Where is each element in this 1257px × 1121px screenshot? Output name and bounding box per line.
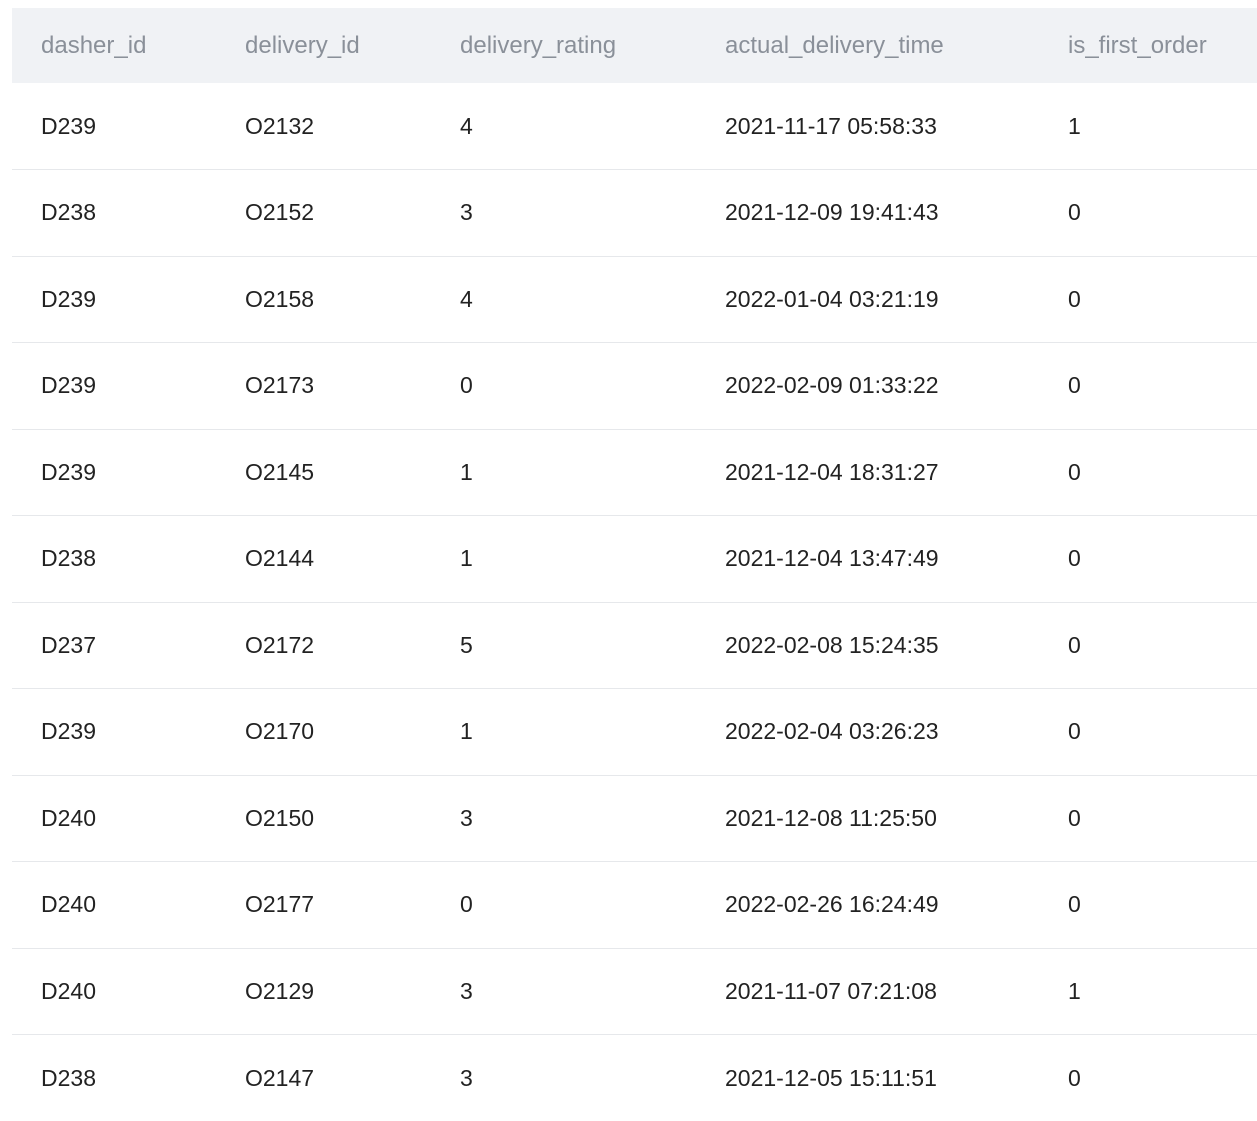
column-header-delivery-id[interactable]: delivery_id (245, 8, 460, 83)
cell-delivery-rating: 3 (460, 948, 725, 1035)
cell-actual-delivery-time: 2021-12-04 13:47:49 (725, 516, 1068, 603)
cell-delivery-rating: 3 (460, 1035, 725, 1121)
table-row: D240O217702022-02-26 16:24:490 (12, 862, 1257, 949)
cell-is-first-order: 0 (1068, 516, 1257, 603)
cell-dasher-id: D239 (12, 256, 245, 343)
table-row: D239O215842022-01-04 03:21:190 (12, 256, 1257, 343)
cell-is-first-order: 1 (1068, 948, 1257, 1035)
cell-delivery-rating: 5 (460, 602, 725, 689)
cell-dasher-id: D240 (12, 862, 245, 949)
table-row: D239O213242021-11-17 05:58:331 (12, 83, 1257, 170)
cell-delivery-id: O2177 (245, 862, 460, 949)
cell-delivery-rating: 0 (460, 862, 725, 949)
cell-actual-delivery-time: 2022-01-04 03:21:19 (725, 256, 1068, 343)
results-table-container: dasher_iddelivery_iddelivery_ratingactua… (12, 8, 1257, 1121)
cell-delivery-rating: 0 (460, 343, 725, 430)
cell-delivery-rating: 1 (460, 689, 725, 776)
cell-is-first-order: 0 (1068, 170, 1257, 257)
table-row: D240O215032021-12-08 11:25:500 (12, 775, 1257, 862)
column-header-dasher-id[interactable]: dasher_id (12, 8, 245, 83)
cell-delivery-id: O2147 (245, 1035, 460, 1121)
cell-dasher-id: D239 (12, 343, 245, 430)
cell-actual-delivery-time: 2021-12-04 18:31:27 (725, 429, 1068, 516)
cell-is-first-order: 0 (1068, 429, 1257, 516)
cell-delivery-id: O2152 (245, 170, 460, 257)
cell-delivery-id: O2173 (245, 343, 460, 430)
cell-delivery-id: O2145 (245, 429, 460, 516)
table-row: D238O214412021-12-04 13:47:490 (12, 516, 1257, 603)
cell-actual-delivery-time: 2022-02-04 03:26:23 (725, 689, 1068, 776)
cell-actual-delivery-time: 2022-02-09 01:33:22 (725, 343, 1068, 430)
cell-actual-delivery-time: 2022-02-08 15:24:35 (725, 602, 1068, 689)
column-header-actual-delivery-time[interactable]: actual_delivery_time (725, 8, 1068, 83)
cell-actual-delivery-time: 2021-11-17 05:58:33 (725, 83, 1068, 170)
column-header-is-first-order[interactable]: is_first_order (1068, 8, 1257, 83)
header-row: dasher_iddelivery_iddelivery_ratingactua… (12, 8, 1257, 83)
cell-delivery-id: O2129 (245, 948, 460, 1035)
cell-dasher-id: D238 (12, 1035, 245, 1121)
cell-is-first-order: 0 (1068, 343, 1257, 430)
table-row: D239O217302022-02-09 01:33:220 (12, 343, 1257, 430)
cell-delivery-id: O2144 (245, 516, 460, 603)
cell-delivery-id: O2170 (245, 689, 460, 776)
column-header-delivery-rating[interactable]: delivery_rating (460, 8, 725, 83)
cell-is-first-order: 0 (1068, 602, 1257, 689)
cell-dasher-id: D240 (12, 948, 245, 1035)
cell-delivery-id: O2172 (245, 602, 460, 689)
cell-dasher-id: D240 (12, 775, 245, 862)
table-body: D239O213242021-11-17 05:58:331D238O21523… (12, 83, 1257, 1121)
table-row: D238O215232021-12-09 19:41:430 (12, 170, 1257, 257)
cell-actual-delivery-time: 2021-11-07 07:21:08 (725, 948, 1068, 1035)
cell-dasher-id: D238 (12, 516, 245, 603)
cell-delivery-rating: 1 (460, 516, 725, 603)
table-row: D238O214732021-12-05 15:11:510 (12, 1035, 1257, 1121)
table-header: dasher_iddelivery_iddelivery_ratingactua… (12, 8, 1257, 83)
cell-delivery-rating: 4 (460, 256, 725, 343)
cell-dasher-id: D239 (12, 689, 245, 776)
cell-dasher-id: D239 (12, 83, 245, 170)
cell-actual-delivery-time: 2022-02-26 16:24:49 (725, 862, 1068, 949)
cell-delivery-rating: 3 (460, 170, 725, 257)
cell-is-first-order: 0 (1068, 1035, 1257, 1121)
table-row: D239O214512021-12-04 18:31:270 (12, 429, 1257, 516)
cell-delivery-id: O2132 (245, 83, 460, 170)
cell-delivery-rating: 1 (460, 429, 725, 516)
table-row: D239O217012022-02-04 03:26:230 (12, 689, 1257, 776)
cell-dasher-id: D238 (12, 170, 245, 257)
cell-dasher-id: D239 (12, 429, 245, 516)
table-row: D240O212932021-11-07 07:21:081 (12, 948, 1257, 1035)
cell-actual-delivery-time: 2021-12-05 15:11:51 (725, 1035, 1068, 1121)
cell-delivery-id: O2150 (245, 775, 460, 862)
cell-dasher-id: D237 (12, 602, 245, 689)
table-row: D237O217252022-02-08 15:24:350 (12, 602, 1257, 689)
cell-is-first-order: 1 (1068, 83, 1257, 170)
cell-delivery-rating: 4 (460, 83, 725, 170)
cell-is-first-order: 0 (1068, 862, 1257, 949)
cell-actual-delivery-time: 2021-12-09 19:41:43 (725, 170, 1068, 257)
cell-actual-delivery-time: 2021-12-08 11:25:50 (725, 775, 1068, 862)
cell-delivery-rating: 3 (460, 775, 725, 862)
cell-is-first-order: 0 (1068, 256, 1257, 343)
results-table: dasher_iddelivery_iddelivery_ratingactua… (12, 8, 1257, 1121)
cell-delivery-id: O2158 (245, 256, 460, 343)
cell-is-first-order: 0 (1068, 775, 1257, 862)
cell-is-first-order: 0 (1068, 689, 1257, 776)
